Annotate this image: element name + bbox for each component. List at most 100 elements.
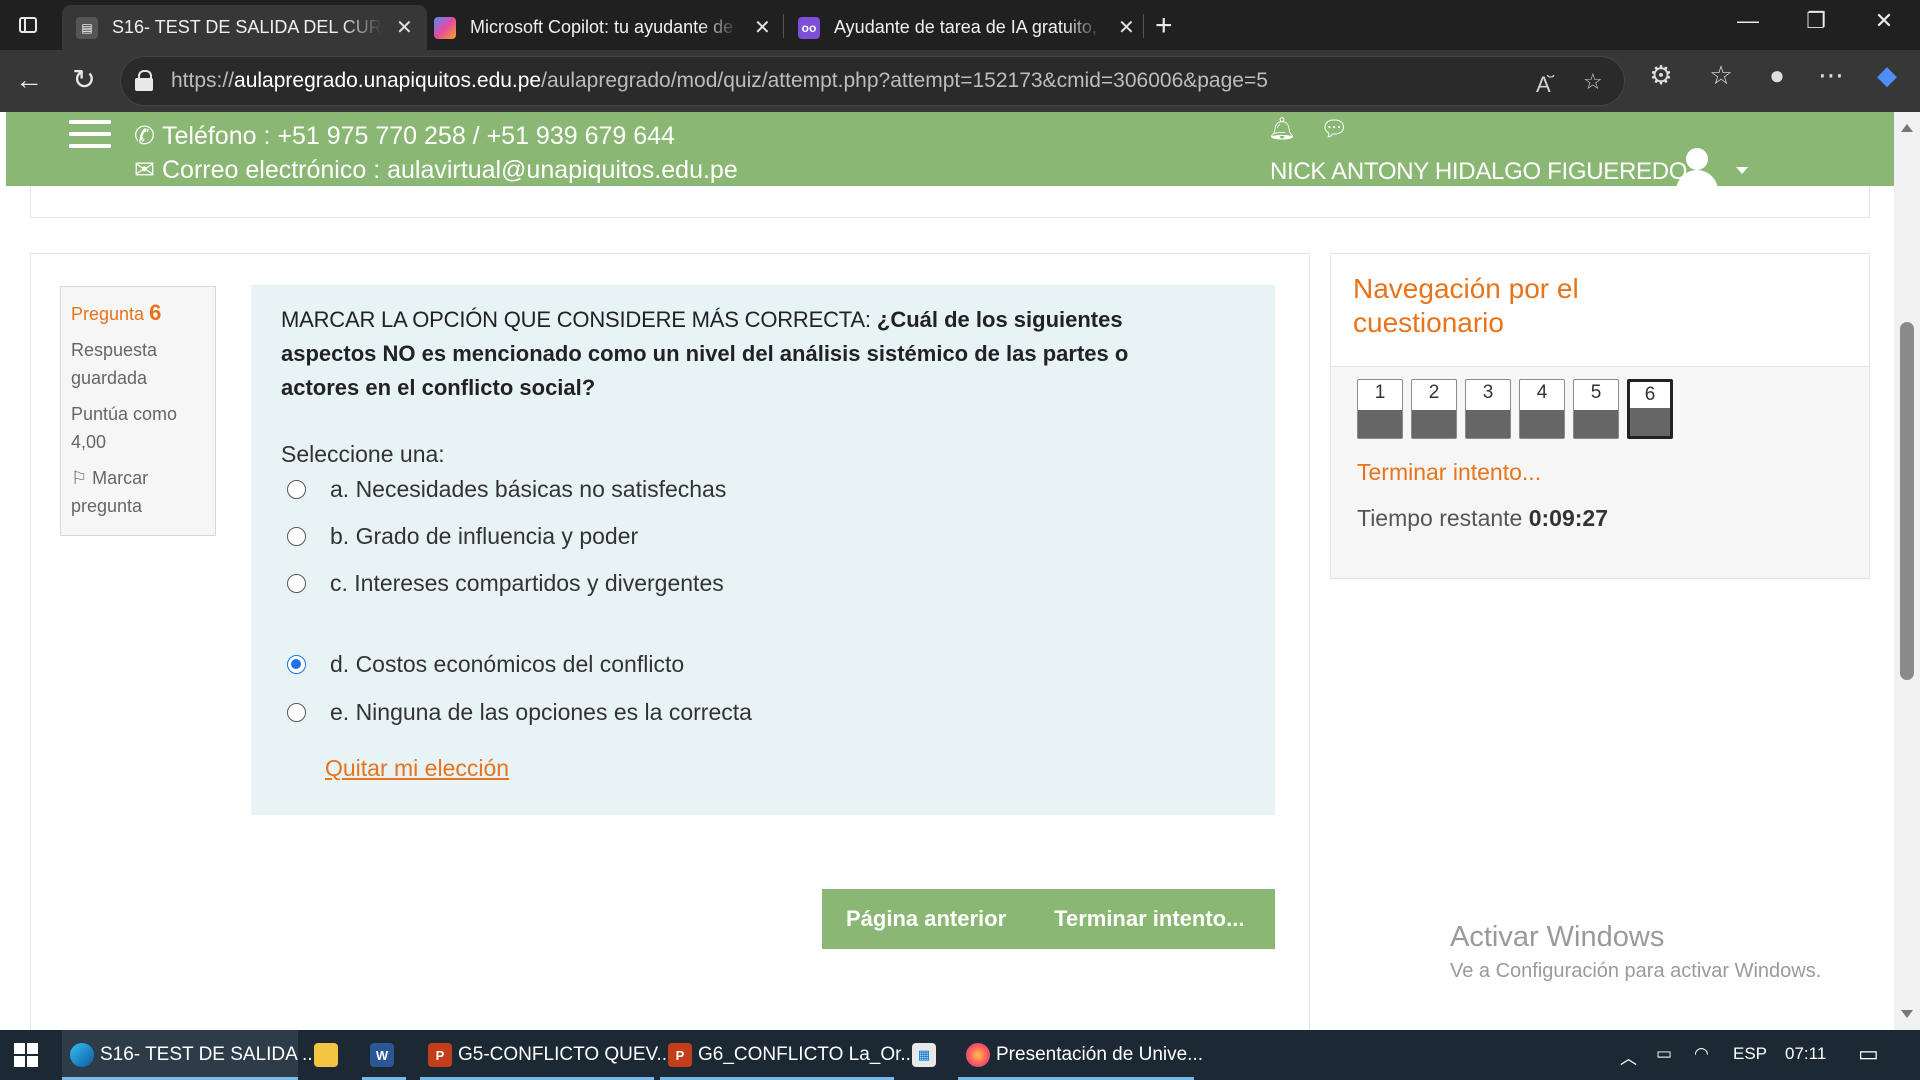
question-text: MARCAR LA OPCIÓN QUE CONSIDERE MÁS CORRE… <box>281 307 1129 400</box>
phone-icon: ✆ <box>134 122 155 150</box>
prev-page-button[interactable]: Página anterior <box>822 906 1006 932</box>
language-indicator[interactable]: ESP <box>1733 1044 1767 1064</box>
taskbar-item-word[interactable]: W <box>362 1030 406 1080</box>
scroll-thumb[interactable] <box>1900 322 1914 680</box>
powerpoint-icon: P <box>428 1043 452 1067</box>
taskbar-item-edge[interactable]: S16- TEST DE SALIDA ... <box>62 1030 318 1080</box>
windows-start-icon[interactable] <box>14 1043 38 1067</box>
option-a[interactable]: a. Necesidades básicas no satisfechas <box>287 476 726 503</box>
minimize-icon[interactable]: — <box>1733 8 1763 34</box>
activate-windows-watermark: Activar Windows Ve a Configuración para … <box>1450 921 1822 982</box>
clock[interactable]: 07:11 <box>1785 1044 1826 1064</box>
tab-ai-helper[interactable]: oo Ayudante de tarea de IA gratuito, ✕ <box>784 5 1149 50</box>
taskbar-item-ppt-g6[interactable]: P G6_CONFLICTO La_Or... <box>660 1030 916 1080</box>
favorite-star-icon[interactable]: ☆ <box>1583 69 1603 95</box>
close-icon[interactable]: ✕ <box>1118 15 1135 40</box>
radio-d-selected[interactable] <box>287 655 306 674</box>
envelope-icon: ✉ <box>134 156 155 184</box>
word-icon: W <box>370 1043 394 1067</box>
quiz-nav-title: Navegación por el cuestionario <box>1353 273 1579 338</box>
profile-icon[interactable]: ● <box>1759 60 1795 91</box>
tab-title: Microsoft Copilot: tu ayudante de <box>470 17 734 37</box>
question-box: MARCAR LA OPCIÓN QUE CONSIDERE MÁS CORRE… <box>251 285 1275 815</box>
back-icon[interactable]: ← <box>10 62 48 100</box>
favorites-icon[interactable]: ☆ <box>1703 60 1739 91</box>
new-tab-button[interactable]: + <box>1155 9 1173 43</box>
avatar[interactable] <box>1674 148 1720 186</box>
question-info: Pregunta 6 Respuesta guardada Puntúa com… <box>60 286 216 536</box>
tab-copilot[interactable]: Microsoft Copilot: tu ayudante de ✕ <box>420 5 785 50</box>
quiz-nav-buttons: 1 2 3 4 5 6 <box>1357 379 1681 439</box>
radio-a[interactable] <box>287 480 306 499</box>
site-header: ✆ Teléfono : +51 975 770 258 / +51 939 67… <box>6 112 1894 186</box>
page-scrollbar[interactable] <box>1894 112 1920 1030</box>
tab-separator <box>1143 14 1144 38</box>
menu-hamburger-icon[interactable] <box>69 120 111 150</box>
taskbar-item-store[interactable]: ▦ <box>904 1030 948 1080</box>
taskbar-item-firefox[interactable]: Presentación de Unive... <box>958 1030 1203 1080</box>
quiz-nav-page-4[interactable]: 4 <box>1519 379 1565 439</box>
url-text[interactable]: https://aulapregrado.unapiquitos.edu.pe/… <box>171 69 1268 93</box>
wifi-icon[interactable]: ◠ <box>1694 1044 1709 1064</box>
user-name[interactable]: NICK ANTONY HIDALGO FIGUEREDO <box>1270 158 1687 186</box>
option-d[interactable]: d. Costos económicos del conflicto <box>287 651 684 678</box>
restore-icon[interactable]: ❐ <box>1801 8 1831 34</box>
navigation-buttons: Página anterior Terminar intento... <box>822 889 1275 949</box>
battery-icon[interactable]: ▭ <box>1656 1044 1672 1064</box>
flag-icon: ⚐ <box>71 468 88 488</box>
option-c[interactable]: c. Intereses compartidos y divergentes <box>287 570 724 597</box>
option-b[interactable]: b. Grado de influencia y poder <box>287 523 638 550</box>
taskbar-item-explorer[interactable] <box>306 1030 350 1080</box>
radio-e[interactable] <box>287 703 306 722</box>
email-line: ✉ Correo electrónico : aulavirtual@unapiq… <box>134 156 738 184</box>
select-label: Seleccione una: <box>281 441 445 467</box>
radio-c[interactable] <box>287 574 306 593</box>
quiz-nav-page-3[interactable]: 3 <box>1465 379 1511 439</box>
close-icon[interactable]: ✕ <box>754 15 771 40</box>
copilot-sidebar-icon[interactable]: ◆ <box>1869 60 1905 91</box>
flag-question[interactable]: ⚐ Marcar pregunta <box>71 464 205 520</box>
bell-icon[interactable]: 🔔︎ <box>1268 116 1296 142</box>
read-aloud-icon[interactable]: A꙼ <box>1536 69 1551 99</box>
extensions-icon[interactable]: ⚙ <box>1643 60 1679 91</box>
address-bar[interactable]: https://aulapregrado.unapiquitos.edu.pe/… <box>120 56 1625 106</box>
phone-line: ✆ Teléfono : +51 975 770 258 / +51 939 67… <box>134 122 675 150</box>
lock-icon[interactable] <box>135 70 153 91</box>
finish-attempt-button[interactable]: Terminar intento... <box>1006 906 1244 932</box>
scroll-down-icon[interactable] <box>1901 1010 1913 1018</box>
moodle-icon: ▤ <box>76 16 98 39</box>
chevron-down-icon[interactable] <box>1736 167 1748 174</box>
refresh-icon[interactable]: ↻ <box>65 62 103 100</box>
tab-title: S16- TEST DE SALIDA DEL CURSO <box>112 17 382 37</box>
time-remaining: Tiempo restante 0:09:27 <box>1357 505 1609 531</box>
chat-icon[interactable]: 💬︎ <box>1320 116 1348 142</box>
quiz-nav-page-2[interactable]: 2 <box>1411 379 1457 439</box>
quiz-nav-page-6-current[interactable]: 6 <box>1627 379 1673 439</box>
quiz-nav-body: 1 2 3 4 5 6 Terminar intento... Tiempo r… <box>1331 366 1869 578</box>
finish-attempt-link[interactable]: Terminar intento... <box>1357 459 1541 486</box>
radio-b[interactable] <box>287 527 306 546</box>
option-e[interactable]: e. Ninguna de las opciones es la correct… <box>287 699 752 726</box>
taskbar-item-ppt-g5[interactable]: P G5-CONFLICTO QUEV... <box>420 1030 672 1080</box>
close-window-icon[interactable]: ✕ <box>1869 8 1899 34</box>
tab-title: Ayudante de tarea de IA gratuito, <box>834 17 1097 37</box>
clear-choice-link[interactable]: Quitar mi elección <box>325 755 509 782</box>
quiz-nav-page-1[interactable]: 1 <box>1357 379 1403 439</box>
edge-icon <box>70 1043 94 1067</box>
previous-card <box>30 186 1870 218</box>
close-icon[interactable]: ✕ <box>396 15 413 40</box>
notifications-icon[interactable]: ▭ <box>1858 1041 1879 1067</box>
quiz-nav-page-5[interactable]: 5 <box>1573 379 1619 439</box>
windows-taskbar: S16- TEST DE SALIDA ... W P G5-CONFLICTO… <box>0 1030 1920 1080</box>
page-content: Pregunta 6 Respuesta guardada Puntúa com… <box>6 186 1894 1030</box>
tab-actions-icon[interactable] <box>14 11 42 39</box>
more-menu-icon[interactable]: ⋯ <box>1813 60 1849 91</box>
quiz-navigation: Navegación por el cuestionario 1 2 3 4 5… <box>1330 253 1870 579</box>
tab-quiz[interactable]: ▤ S16- TEST DE SALIDA DEL CURSO ✕ <box>62 5 427 50</box>
firefox-icon <box>966 1043 990 1067</box>
chevron-up-icon[interactable]: ︿ <box>1620 1044 1637 1069</box>
file-explorer-icon <box>314 1043 338 1067</box>
scroll-up-icon[interactable] <box>1901 124 1913 132</box>
ai-homework-icon: oo <box>798 16 820 39</box>
question-number: Pregunta 6 <box>71 300 162 325</box>
